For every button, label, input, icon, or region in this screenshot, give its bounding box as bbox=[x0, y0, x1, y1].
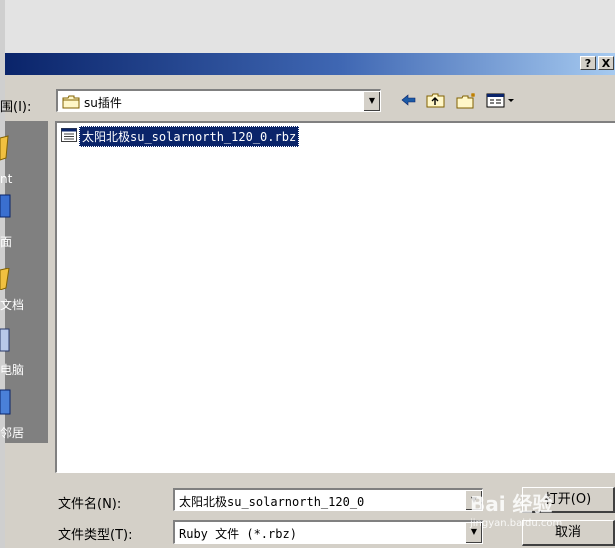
network-icon bbox=[0, 389, 11, 415]
documents-folder-icon bbox=[0, 268, 10, 290]
places-label: nt bbox=[0, 172, 13, 186]
view-menu-icon[interactable] bbox=[486, 92, 516, 111]
back-arrow-icon[interactable] bbox=[400, 92, 418, 111]
help-button[interactable]: ? bbox=[580, 56, 596, 70]
filename-input[interactable]: 太阳北极su_solarnorth_120_0 bbox=[179, 493, 364, 510]
filetype-value: Ruby 文件 (*.rbz) bbox=[179, 527, 297, 541]
dialog-titlebar bbox=[5, 53, 615, 75]
desktop-icon bbox=[0, 194, 11, 218]
close-button[interactable]: X bbox=[598, 56, 614, 70]
places-label: 邻居 bbox=[0, 426, 25, 440]
file-item[interactable]: 太阳北极su_solarnorth_120_0.rbz bbox=[61, 125, 300, 147]
places-label: 文档 bbox=[0, 298, 25, 312]
folder-up-icon[interactable] bbox=[426, 92, 446, 111]
watermark-logo: Bai 经验 bbox=[470, 492, 553, 516]
lookin-value: su插件 bbox=[84, 96, 122, 110]
filetype-combo[interactable]: Ruby 文件 (*.rbz) ▼ bbox=[173, 520, 483, 544]
folder-icon bbox=[62, 95, 80, 112]
file-list[interactable]: 太阳北极su_solarnorth_120_0.rbz bbox=[55, 121, 615, 473]
computer-icon bbox=[0, 328, 10, 352]
places-label: 面 bbox=[0, 235, 13, 249]
rbz-file-icon bbox=[61, 127, 77, 146]
recent-folder-icon bbox=[0, 135, 9, 161]
chevron-down-icon[interactable]: ▼ bbox=[363, 91, 380, 111]
watermark-url: jingyan.baidu.com bbox=[470, 518, 563, 529]
filename-combo[interactable]: 太阳北极su_solarnorth_120_0 ▼ bbox=[173, 488, 483, 511]
lookin-label: 围(I): bbox=[0, 100, 32, 115]
file-name: 太阳北极su_solarnorth_120_0.rbz bbox=[79, 125, 300, 147]
filetype-label: 文件类型(T): bbox=[58, 528, 133, 543]
lookin-combo[interactable]: su插件 ▼ bbox=[56, 89, 381, 112]
new-folder-icon[interactable] bbox=[456, 92, 478, 112]
places-label: 电脑 bbox=[0, 363, 25, 377]
background-area bbox=[0, 0, 615, 52]
filename-label: 文件名(N): bbox=[58, 497, 122, 512]
